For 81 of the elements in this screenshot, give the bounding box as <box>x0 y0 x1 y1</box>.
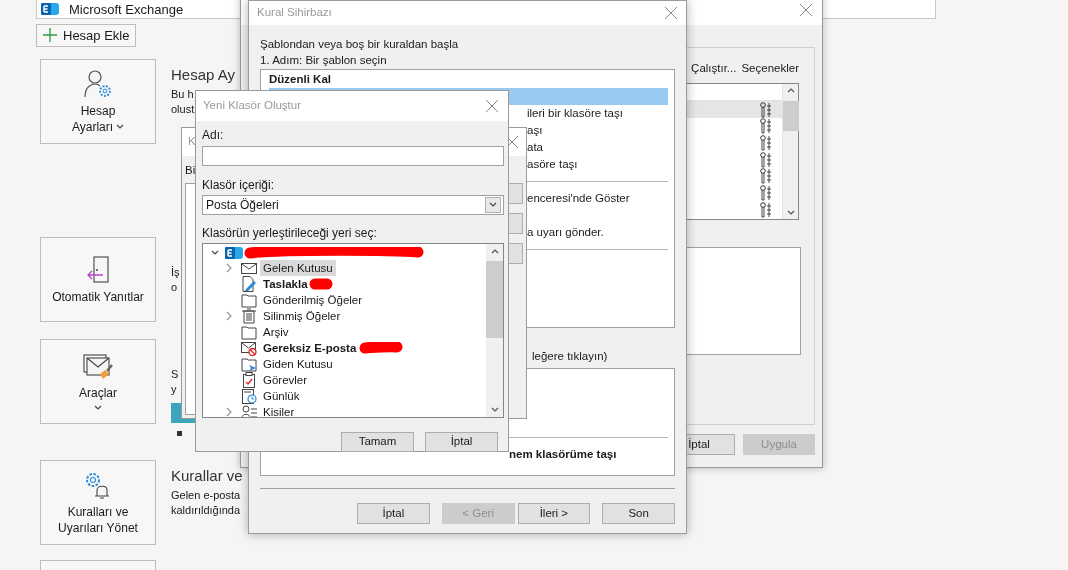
section-text: İş <box>171 265 180 280</box>
close-icon <box>799 3 813 17</box>
window-title: Kural Sihirbazı <box>257 5 332 21</box>
field-label: Bi <box>185 163 197 178</box>
toolbar-link[interactable]: Çalıştır... <box>691 60 737 78</box>
scrollbar[interactable] <box>486 244 503 417</box>
tile-button[interactable]: Araçlar <box>40 339 156 424</box>
wrench-icon <box>760 151 772 168</box>
plus-icon <box>43 28 57 43</box>
folder-item[interactable]: Gereksiz E-posta <box>260 340 360 356</box>
folder-item[interactable]: Silinmiş Öğeler <box>260 308 344 324</box>
window-title: Yeni Klasör Oluştur <box>203 98 301 114</box>
field-label: Klasörün yerleştirileceği yeri seç: <box>202 225 378 241</box>
exchange-icon <box>225 246 243 260</box>
wrench-icon <box>760 168 772 185</box>
section-text: olust <box>171 102 195 117</box>
folder-item[interactable]: Kisiler <box>260 404 298 417</box>
tile-button[interactable]: Otomatik Yanıtlar <box>40 237 156 322</box>
dialog-button[interactable]: İleri > <box>517 503 591 524</box>
section-heading: Hesap Ay <box>171 65 235 85</box>
section-text: Bu h <box>171 87 194 102</box>
dialog-button[interactable]: İptal <box>357 503 430 524</box>
folder-item[interactable]: Görevler <box>260 372 311 388</box>
folder-item[interactable]: Gönderilmiş Öğeler <box>260 292 366 308</box>
wrench-icon <box>760 118 772 135</box>
folder-item[interactable]: Giden Kutusu <box>260 356 336 372</box>
close-icon <box>664 6 678 20</box>
folder-item[interactable]: Arşiv <box>260 324 292 340</box>
wrench-icon <box>760 185 772 202</box>
clipboard-check-icon <box>241 372 257 388</box>
name-field[interactable] <box>202 146 504 166</box>
dropdown-value: Posta Öğeleri <box>206 197 279 214</box>
folder-icon <box>241 324 257 340</box>
section-text: o <box>171 280 178 295</box>
person-list-icon <box>241 404 257 417</box>
wrench-icon <box>760 134 772 151</box>
section-text: y <box>171 382 177 397</box>
tile-button[interactable] <box>40 560 156 570</box>
tile-button[interactable]: Hesap Ayarları <box>40 59 156 144</box>
bullet-mark <box>177 431 182 436</box>
notebook-clock-icon <box>241 388 257 404</box>
field-label: Klasör içeriği: <box>202 177 276 193</box>
tile-button[interactable]: Kuralları ve Uyarıları Yönet <box>40 460 156 545</box>
folder-item[interactable]: Günlük <box>260 388 303 404</box>
group-header: Düzenli Kal <box>269 72 332 87</box>
add-account-button[interactable]: Hesap Ekle <box>36 24 137 47</box>
field-label: Adı: <box>202 127 225 143</box>
toolbar-link[interactable]: Seçenekler <box>741 60 799 78</box>
description-text: nem klasörüme taşı <box>509 447 617 462</box>
person-gear-icon <box>83 68 113 99</box>
wrench-icon <box>760 101 772 118</box>
section-text: S <box>171 367 179 382</box>
section-heading: Kurallar ve <box>171 466 243 486</box>
trash-icon <box>241 308 257 324</box>
step-text: leğere tıklayın) <box>532 349 608 364</box>
close-icon <box>485 99 499 113</box>
section-text: Gelen e-posta <box>171 488 241 503</box>
content-dropdown[interactable]: Posta Öğeleri <box>202 195 504 215</box>
account-name: Microsoft Exchange <box>69 3 184 16</box>
dialog-button[interactable]: Son <box>602 503 675 524</box>
scroll-thumb[interactable] <box>486 261 503 338</box>
step-text: 1. Adım: Bir şablon seçin <box>260 53 388 68</box>
redaction-mark <box>359 342 404 354</box>
scrollbar[interactable] <box>782 84 798 220</box>
folder-icon <box>241 292 257 308</box>
scroll-thumb[interactable] <box>782 101 799 132</box>
folder-item[interactable]: Taslakla <box>260 276 311 292</box>
envelope-icon <box>241 260 257 276</box>
dialog-button[interactable]: Tamam <box>341 432 414 452</box>
wrench-icon <box>760 201 772 218</box>
section-text: kaldırıldığında <box>171 503 241 518</box>
page-pencil-icon <box>241 276 257 292</box>
envelope-brush-icon <box>83 352 113 381</box>
intro-text: Şablondan veya boş bir kuraldan başla <box>260 37 460 52</box>
dialog-button[interactable]: İptal <box>425 432 498 452</box>
chevron-icon <box>489 202 497 208</box>
folder-item[interactable]: Gelen Kutusu <box>260 260 336 276</box>
window-title: K <box>188 134 196 150</box>
envelope-prohibited-icon <box>241 340 257 356</box>
redaction-mark <box>308 278 333 290</box>
dropdown-button[interactable] <box>485 197 501 213</box>
